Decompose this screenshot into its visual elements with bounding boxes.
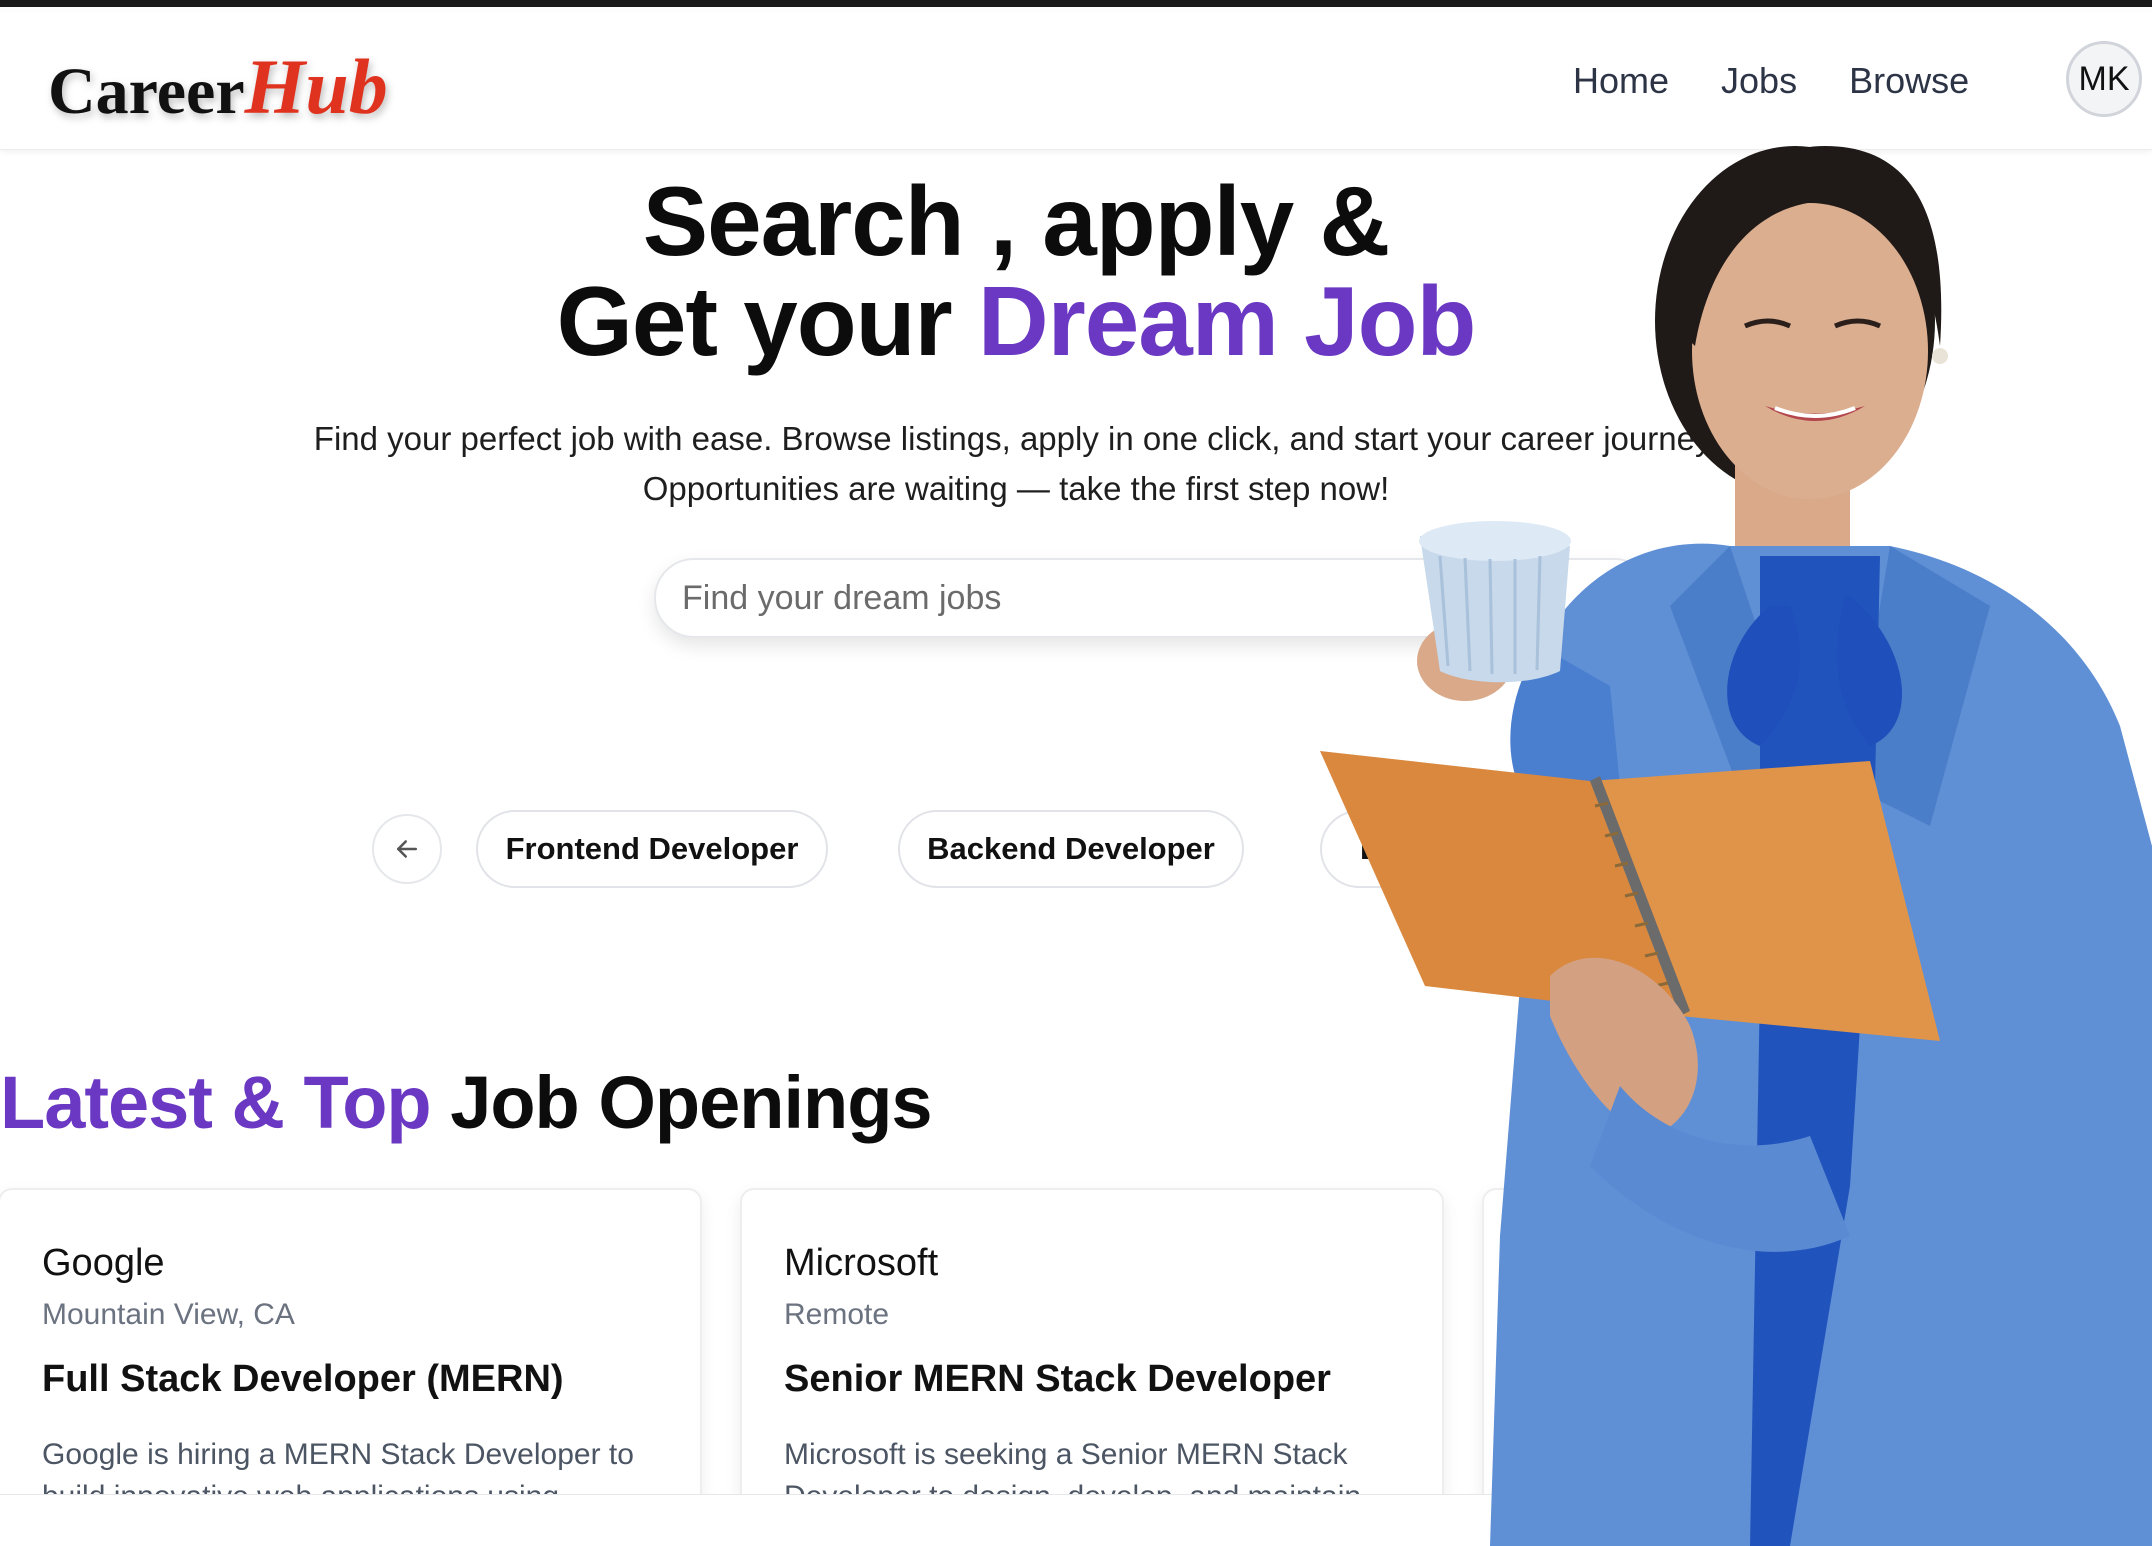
browser-top-border xyxy=(0,0,2152,7)
category-chip-frontend[interactable]: Frontend Developer xyxy=(476,810,828,888)
hero-title-prefix: Get your xyxy=(556,266,978,376)
hero-woman-image xyxy=(1320,146,2152,1546)
logo-career: Career xyxy=(48,55,245,128)
page: Career Hub Home Jobs Browse MK Search , a… xyxy=(0,0,2152,1546)
carousel-prev-button[interactable] xyxy=(372,814,442,884)
job-card[interactable]: Google Mountain View, CA Full Stack Deve… xyxy=(0,1188,702,1508)
job-location: Mountain View, CA xyxy=(42,1298,295,1331)
logo-hub: Hub xyxy=(244,43,388,130)
section-title-accent: Latest & Top xyxy=(0,1061,432,1144)
arrow-left-icon xyxy=(397,840,417,858)
category-chip-backend[interactable]: Backend Developer xyxy=(898,810,1244,888)
section-title: Latest & Top Job Openings xyxy=(0,1060,933,1145)
job-location: Remote xyxy=(784,1298,890,1331)
job-title: Senior MERN Stack Developer xyxy=(784,1358,1331,1400)
logo[interactable]: Career Hub xyxy=(48,42,388,132)
section-title-rest: Job Openings xyxy=(430,1061,932,1144)
job-company: Google xyxy=(42,1242,165,1284)
job-company: Microsoft xyxy=(784,1242,939,1284)
job-title: Full Stack Developer (MERN) xyxy=(42,1358,564,1400)
